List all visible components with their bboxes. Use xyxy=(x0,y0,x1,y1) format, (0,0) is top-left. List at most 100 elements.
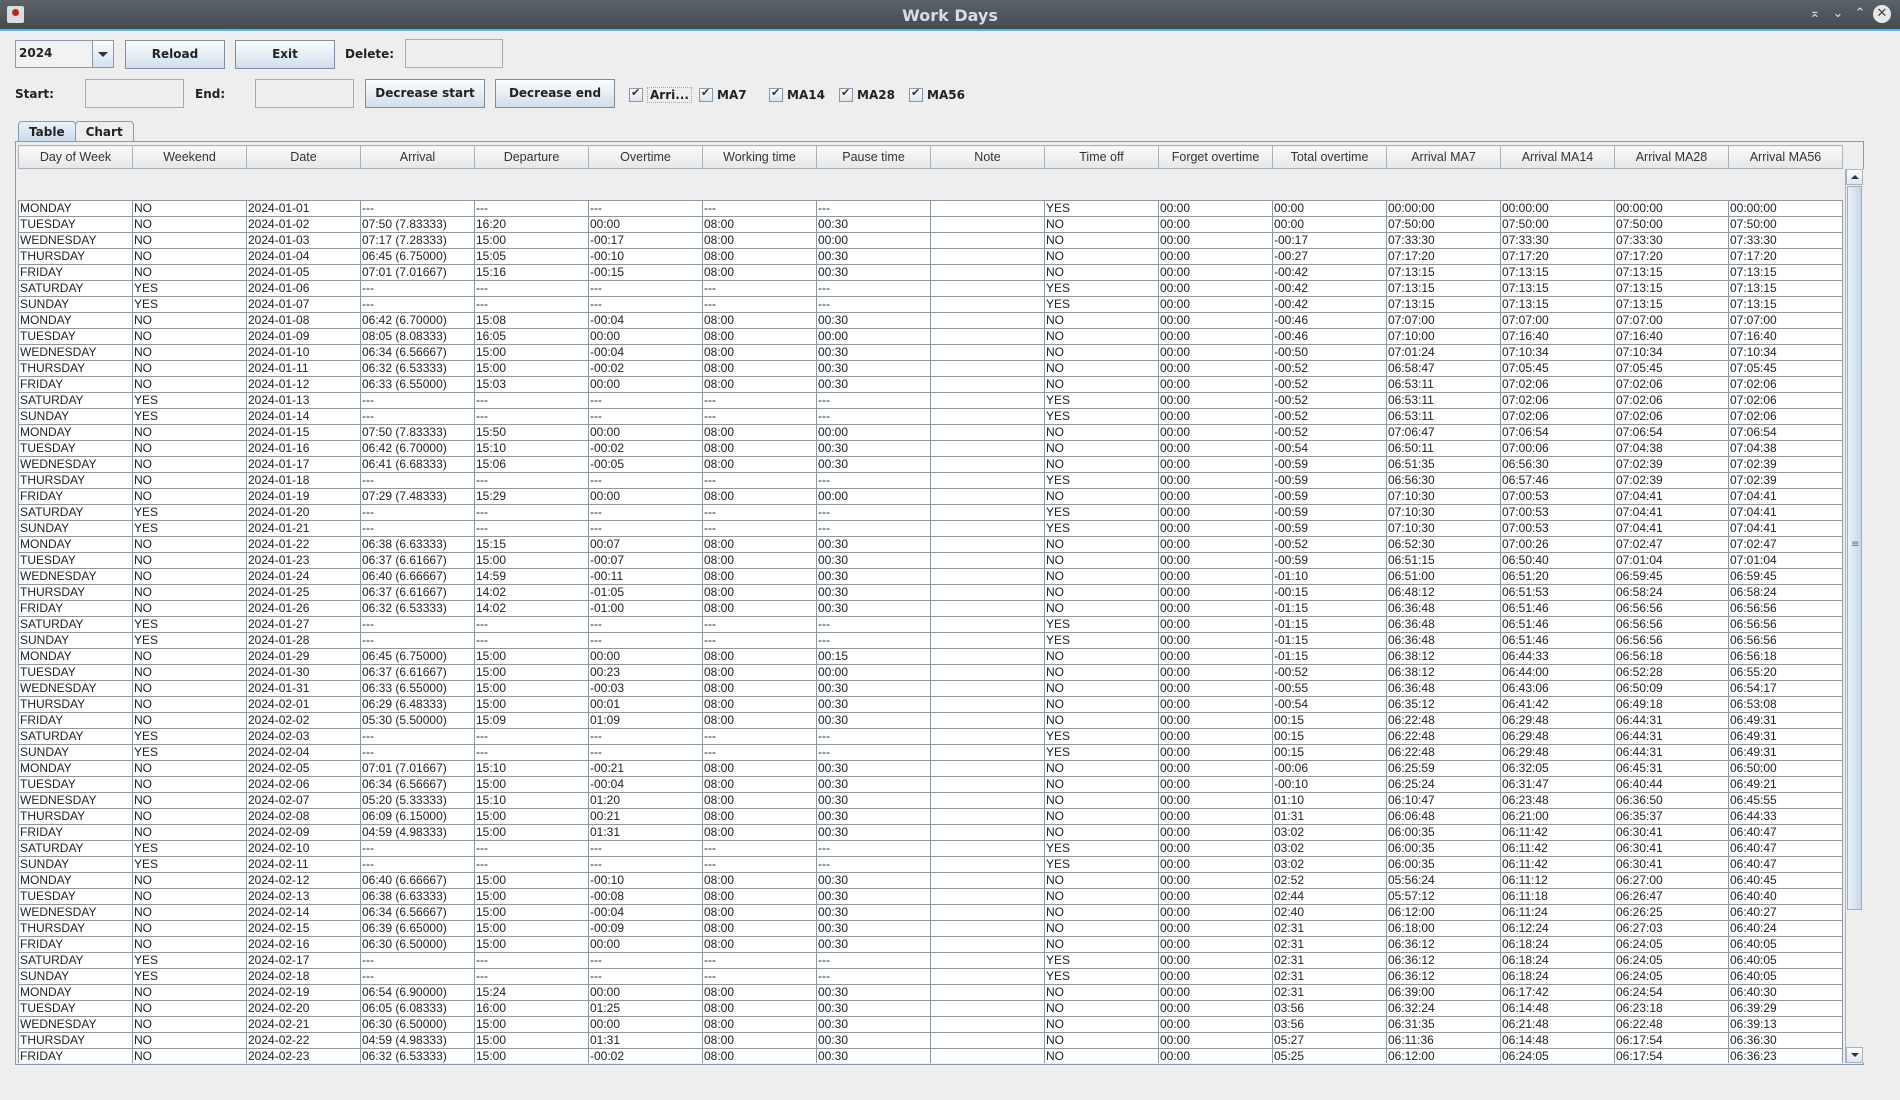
table-cell[interactable]: 06:59:45 xyxy=(1614,568,1729,585)
table-cell[interactable]: 01:31 xyxy=(588,824,703,841)
table-cell[interactable]: -00:52 xyxy=(1272,424,1387,441)
table-cell[interactable]: 00:00 xyxy=(1158,248,1273,265)
table-cell[interactable]: 07:02:06 xyxy=(1728,392,1843,409)
table-cell[interactable]: --- xyxy=(702,616,817,633)
table-cell[interactable]: 07:07:00 xyxy=(1728,312,1843,329)
table-cell[interactable]: 06:42 (6.70000) xyxy=(360,312,475,329)
table-cell[interactable]: MONDAY xyxy=(18,312,133,329)
table-cell[interactable]: 00:30 xyxy=(816,536,931,553)
table-cell[interactable]: 00:00:00 xyxy=(1614,200,1729,217)
table-cell[interactable]: 00:30 xyxy=(816,824,931,841)
table-cell[interactable]: 02:31 xyxy=(1272,920,1387,937)
table-cell[interactable]: --- xyxy=(588,392,703,409)
table-cell[interactable]: 00:15 xyxy=(1272,728,1387,745)
table-cell[interactable]: NO xyxy=(1044,808,1159,825)
table-cell[interactable]: 2024-02-15 xyxy=(246,920,361,937)
table-row[interactable]: THURSDAY NO 2024-01-04 06:45 (6.75000) 15:05… xyxy=(18,248,1843,265)
column-header[interactable]: Date xyxy=(246,145,361,169)
table-cell[interactable]: -00:52 xyxy=(1272,664,1387,681)
table-cell[interactable]: -01:05 xyxy=(588,584,703,601)
table-cell[interactable]: 2024-02-11 xyxy=(246,856,361,873)
table-cell[interactable]: 08:00 xyxy=(702,936,817,953)
table-cell[interactable]: --- xyxy=(360,840,475,857)
table-cell[interactable]: 07:50:00 xyxy=(1728,216,1843,233)
table-cell[interactable] xyxy=(930,1032,1045,1049)
table-cell[interactable]: 07:50 (7.83333) xyxy=(360,424,475,441)
table-cell[interactable]: -01:15 xyxy=(1272,648,1387,665)
table-cell[interactable] xyxy=(930,744,1045,761)
table-cell[interactable]: 15:08 xyxy=(474,312,589,329)
table-cell[interactable]: NO xyxy=(1044,1032,1159,1049)
table-cell[interactable]: 00:00 xyxy=(1158,984,1273,1001)
table-cell[interactable]: 00:00 xyxy=(1158,632,1273,649)
table-cell[interactable]: --- xyxy=(360,952,475,969)
table-cell[interactable]: 06:35:37 xyxy=(1614,808,1729,825)
table-cell[interactable]: -00:42 xyxy=(1272,296,1387,313)
table-cell[interactable]: THURSDAY xyxy=(18,696,133,713)
table-cell[interactable]: SUNDAY xyxy=(18,632,133,649)
table-cell[interactable]: --- xyxy=(360,392,475,409)
table-cell[interactable]: YES xyxy=(132,392,247,409)
table-cell[interactable]: --- xyxy=(474,408,589,425)
table-cell[interactable]: THURSDAY xyxy=(18,808,133,825)
table-cell[interactable]: --- xyxy=(816,296,931,313)
table-cell[interactable]: 07:00:26 xyxy=(1500,536,1615,553)
table-cell[interactable]: 2024-01-22 xyxy=(246,536,361,553)
table-row[interactable]: FRIDAY NO 2024-02-02 05:30 (5.50000) 15:09 01… xyxy=(18,712,1843,729)
table-cell[interactable]: 15:15 xyxy=(474,536,589,553)
table-cell[interactable]: SUNDAY xyxy=(18,744,133,761)
column-header[interactable]: Arrival xyxy=(360,145,475,169)
table-row[interactable]: FRIDAY NO 2024-02-16 06:30 (6.50000) 15:00 00… xyxy=(18,936,1843,953)
table-row[interactable]: SUNDAY YES 2024-01-14 --- --- --- --- --- YES 00:… xyxy=(18,408,1843,425)
table-cell[interactable] xyxy=(930,888,1045,905)
table-cell[interactable]: --- xyxy=(702,728,817,745)
table-cell[interactable]: 06:51:00 xyxy=(1386,568,1501,585)
table-cell[interactable]: YES xyxy=(1044,856,1159,873)
table-cell[interactable]: 07:02:06 xyxy=(1614,392,1729,409)
table-cell[interactable]: NO xyxy=(1044,920,1159,937)
table-cell[interactable]: 16:00 xyxy=(474,1000,589,1017)
table-cell[interactable]: 00:00 xyxy=(816,488,931,505)
table-cell[interactable]: 2024-01-12 xyxy=(246,376,361,393)
table-cell[interactable]: -00:54 xyxy=(1272,696,1387,713)
table-cell[interactable]: 00:00 xyxy=(1158,296,1273,313)
table-cell[interactable]: NO xyxy=(1044,552,1159,569)
table-cell[interactable]: TUESDAY xyxy=(18,328,133,345)
table-cell[interactable]: -00:46 xyxy=(1272,328,1387,345)
table-cell[interactable]: NO xyxy=(1044,312,1159,329)
table-cell[interactable]: --- xyxy=(702,408,817,425)
table-cell[interactable]: MONDAY xyxy=(18,200,133,217)
table-cell[interactable]: 05:57:12 xyxy=(1386,888,1501,905)
table-cell[interactable]: 06:40:44 xyxy=(1614,776,1729,793)
table-cell[interactable]: NO xyxy=(132,760,247,777)
table-cell[interactable] xyxy=(930,376,1045,393)
table-cell[interactable]: 07:33:30 xyxy=(1614,232,1729,249)
table-cell[interactable]: --- xyxy=(588,408,703,425)
table-cell[interactable]: 14:59 xyxy=(474,568,589,585)
table-row[interactable]: SUNDAY YES 2024-01-28 --- --- --- --- --- YES 00:… xyxy=(18,632,1843,649)
table-row[interactable]: THURSDAY NO 2024-01-18 --- --- --- --- --- YES 00… xyxy=(18,472,1843,489)
table-cell[interactable]: NO xyxy=(1044,456,1159,473)
table-row[interactable]: FRIDAY NO 2024-02-09 04:59 (4.98333) 15:00 01… xyxy=(18,824,1843,841)
table-cell[interactable]: --- xyxy=(816,968,931,985)
table-cell[interactable]: 2024-01-03 xyxy=(246,232,361,249)
table-cell[interactable]: -00:59 xyxy=(1272,520,1387,537)
table-cell[interactable]: 06:18:24 xyxy=(1500,952,1615,969)
table-cell[interactable]: 06:36:30 xyxy=(1728,1032,1843,1049)
table-cell[interactable]: NO xyxy=(1044,568,1159,585)
table-cell[interactable]: --- xyxy=(588,280,703,297)
table-cell[interactable]: 00:00 xyxy=(1158,552,1273,569)
table-cell[interactable]: -00:07 xyxy=(588,552,703,569)
table-cell[interactable]: NO xyxy=(1044,936,1159,953)
table-cell[interactable]: 06:23:48 xyxy=(1500,792,1615,809)
table-cell[interactable]: --- xyxy=(588,728,703,745)
table-cell[interactable]: -01:10 xyxy=(1272,568,1387,585)
table-cell[interactable]: 2024-02-04 xyxy=(246,744,361,761)
table-cell[interactable]: TUESDAY xyxy=(18,888,133,905)
table-cell[interactable]: 06:40:40 xyxy=(1728,888,1843,905)
table-cell[interactable]: 06:52:30 xyxy=(1386,536,1501,553)
table-cell[interactable]: --- xyxy=(474,632,589,649)
table-cell[interactable]: 06:51:20 xyxy=(1500,568,1615,585)
table-cell[interactable]: 07:13:15 xyxy=(1728,264,1843,281)
table-cell[interactable]: 00:00 xyxy=(1158,440,1273,457)
